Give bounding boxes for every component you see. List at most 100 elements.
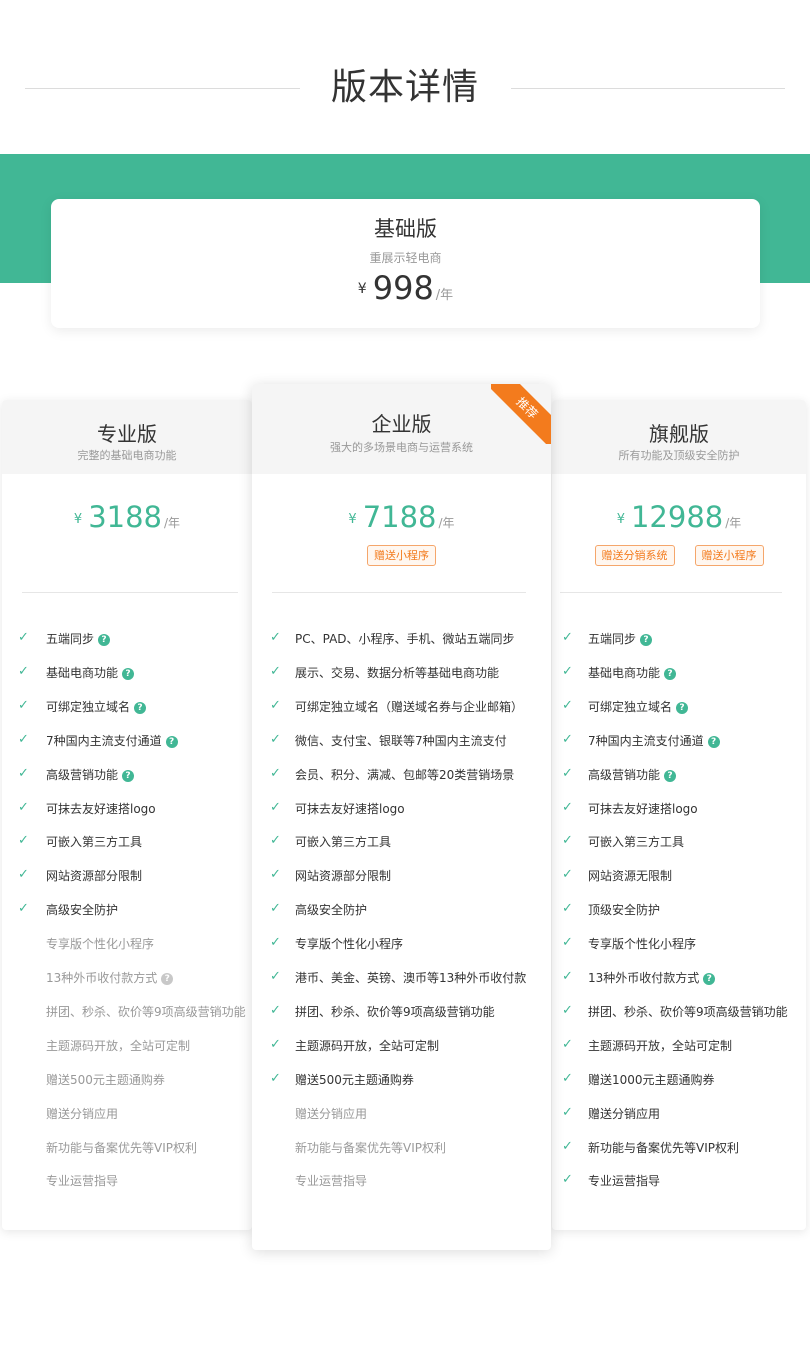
feature-label: 可抹去友好速搭logo	[588, 801, 698, 816]
check-icon: ✓	[562, 731, 573, 747]
price-value: 3188	[88, 500, 163, 534]
question-circle-icon[interactable]: ?	[664, 769, 677, 782]
feature-item: ✓ 拼团、秒杀、砍价等9项高级营销功能	[252, 1003, 551, 1023]
question-circle-icon[interactable]: ?	[134, 701, 147, 714]
feature-label: 可绑定独立域名	[46, 699, 131, 714]
feature-text: 高级营销功能?	[588, 766, 677, 784]
feature-item: ✓ 微信、支付宝、银联等7种国内主流支付	[252, 732, 551, 752]
price-unit: /年	[438, 516, 455, 530]
plan-header: 旗舰版 所有功能及顶级安全防护	[552, 400, 806, 474]
price-value: 12988	[630, 500, 724, 534]
feature-text: 主题源码开放，全站可定制	[588, 1037, 732, 1055]
feature-label: 专业运营指导	[588, 1174, 661, 1189]
feature-label: 高级安全防护	[46, 903, 119, 918]
feature-text: 新功能与备案优先等VIP权利	[46, 1139, 197, 1157]
question-circle-icon[interactable]: ?	[122, 769, 135, 782]
check-icon: ✓	[270, 1070, 281, 1086]
feature-text: 赠送分销应用	[588, 1105, 660, 1123]
feature-text: 新功能与备案优先等VIP权利	[588, 1139, 739, 1157]
feature-text: 可抹去友好速搭logo	[588, 800, 698, 818]
feature-item: 赠送分销应用	[2, 1105, 252, 1125]
feature-label: 高级营销功能	[46, 767, 119, 782]
feature-label: 会员、积分、满减、包邮等20类营销场景	[295, 767, 515, 782]
question-circle-icon[interactable]: ?	[640, 634, 653, 646]
feature-text: 可绑定独立域名?	[46, 698, 147, 716]
plan-subtitle: 完整的基础电商功能	[77, 449, 177, 462]
feature-item: ✓ 新功能与备案优先等VIP权利	[552, 1139, 806, 1159]
feature-item: 赠送分销应用	[252, 1105, 551, 1125]
check-icon: ✓	[270, 935, 281, 951]
check-icon: ✓	[562, 1036, 573, 1052]
price-value: 7188	[362, 500, 437, 534]
check-icon: ✓	[270, 765, 281, 781]
feature-label: 新功能与备案优先等VIP权利	[588, 1140, 739, 1155]
check-icon: ✓	[18, 731, 29, 747]
feature-label: 网站资源部分限制	[295, 869, 392, 884]
question-circle-icon[interactable]: ?	[703, 973, 716, 985]
feature-label: 拼团、秒杀、砍价等9项高级营销功能	[588, 1004, 788, 1019]
question-circle-icon[interactable]: ?	[707, 735, 720, 748]
feature-item: ✓ 高级营销功能?	[552, 766, 806, 786]
feature-label: 赠送分销应用	[46, 1106, 119, 1121]
feature-item: ✓ 可抹去友好速搭logo	[252, 800, 551, 820]
feature-label: 赠送500元主题通购券	[295, 1072, 414, 1087]
feature-item: ✓ 主题源码开放，全站可定制	[552, 1037, 806, 1057]
gift-tag: 赠送小程序	[367, 545, 436, 566]
feature-label: 可抹去友好速搭logo	[46, 801, 156, 816]
question-circle-icon[interactable]: ?	[676, 701, 689, 714]
feature-text: 顶级安全防护	[588, 901, 660, 919]
feature-label: 13种外币收付款方式	[46, 971, 158, 985]
price-unit: /年	[435, 288, 454, 303]
divider	[560, 592, 782, 593]
feature-item: ✓ 网站资源无限制	[552, 867, 806, 887]
check-icon: ✓	[562, 765, 573, 781]
check-icon: ✓	[270, 833, 281, 849]
feature-label: 顶级安全防护	[588, 903, 661, 918]
check-icon: ✓	[562, 1172, 573, 1188]
check-icon: ✓	[562, 663, 573, 679]
check-icon: ✓	[562, 901, 573, 917]
plan-price: ¥998/年	[51, 269, 760, 307]
feature-label: 可嵌入第三方工具	[295, 835, 392, 850]
question-circle-icon[interactable]: ?	[161, 973, 174, 985]
feature-text: 专享版个性化小程序	[46, 935, 154, 953]
check-icon: ✓	[18, 867, 29, 883]
feature-label: 高级营销功能	[588, 767, 661, 782]
plan-card-enterprise[interactable]: 企业版 强大的多场景电商与运营系统 推荐 ¥7188/年 赠送小程序 ✓ PC、P…	[252, 384, 551, 1250]
feature-item: ✓ 7种国内主流支付通道?	[552, 732, 806, 752]
feature-text: 7种国内主流支付通道?	[46, 732, 178, 750]
feature-text: 网站资源部分限制	[46, 867, 142, 885]
feature-item: ✓ 专享版个性化小程序	[552, 935, 806, 955]
feature-item: 新功能与备案优先等VIP权利	[252, 1139, 551, 1159]
feature-text: 主题源码开放，全站可定制	[46, 1037, 190, 1055]
feature-item: ✓ 13种外币收付款方式?	[552, 969, 806, 989]
feature-label: 主题源码开放，全站可定制	[588, 1038, 733, 1053]
question-circle-icon[interactable]: ?	[98, 634, 111, 646]
plan-price: ¥12988/年	[552, 500, 806, 534]
plan-card-pro[interactable]: 专业版 完整的基础电商功能 ¥3188/年 ✓ 五端同步? ✓ 基础电商功能? ✓ 可绑定…	[2, 400, 252, 1230]
plan-name: 专业版	[97, 422, 157, 446]
plan-header: 专业版 完整的基础电商功能	[2, 400, 252, 474]
feature-label: 展示、交易、数据分析等基础电商功能	[295, 665, 500, 680]
check-icon: ✓	[18, 630, 29, 645]
check-icon: ✓	[18, 799, 29, 815]
question-circle-icon[interactable]: ?	[122, 667, 135, 680]
plan-card-basic[interactable]: 基础版 重展示轻电商 ¥998/年	[51, 199, 760, 328]
feature-label: 网站资源无限制	[588, 869, 673, 884]
check-icon: ✓	[18, 697, 29, 713]
gift-tag: 赠送分销系统	[594, 545, 675, 566]
feature-text: 拼团、秒杀、砍价等9项高级营销功能	[46, 1003, 246, 1021]
feature-item: 13种外币收付款方式?	[2, 969, 252, 989]
question-circle-icon[interactable]: ?	[664, 667, 677, 680]
title-row: 版本详情	[0, 62, 810, 118]
feature-text: 五端同步?	[588, 630, 653, 648]
feature-item: ✓ 可绑定独立域名?	[2, 698, 252, 718]
plan-subtitle: 所有功能及顶级安全防护	[618, 449, 740, 462]
feature-label: 新功能与备案优先等VIP权利	[295, 1140, 446, 1155]
feature-label: 高级安全防护	[295, 903, 368, 918]
plan-price: ¥3188/年	[2, 500, 252, 534]
recommend-ribbon: 推荐	[491, 384, 551, 444]
question-circle-icon[interactable]: ?	[165, 735, 178, 748]
plan-card-flagship[interactable]: 旗舰版 所有功能及顶级安全防护 ¥12988/年 赠送分销系统 赠送小程序 ✓ 五端…	[552, 400, 806, 1230]
divider	[272, 592, 526, 593]
